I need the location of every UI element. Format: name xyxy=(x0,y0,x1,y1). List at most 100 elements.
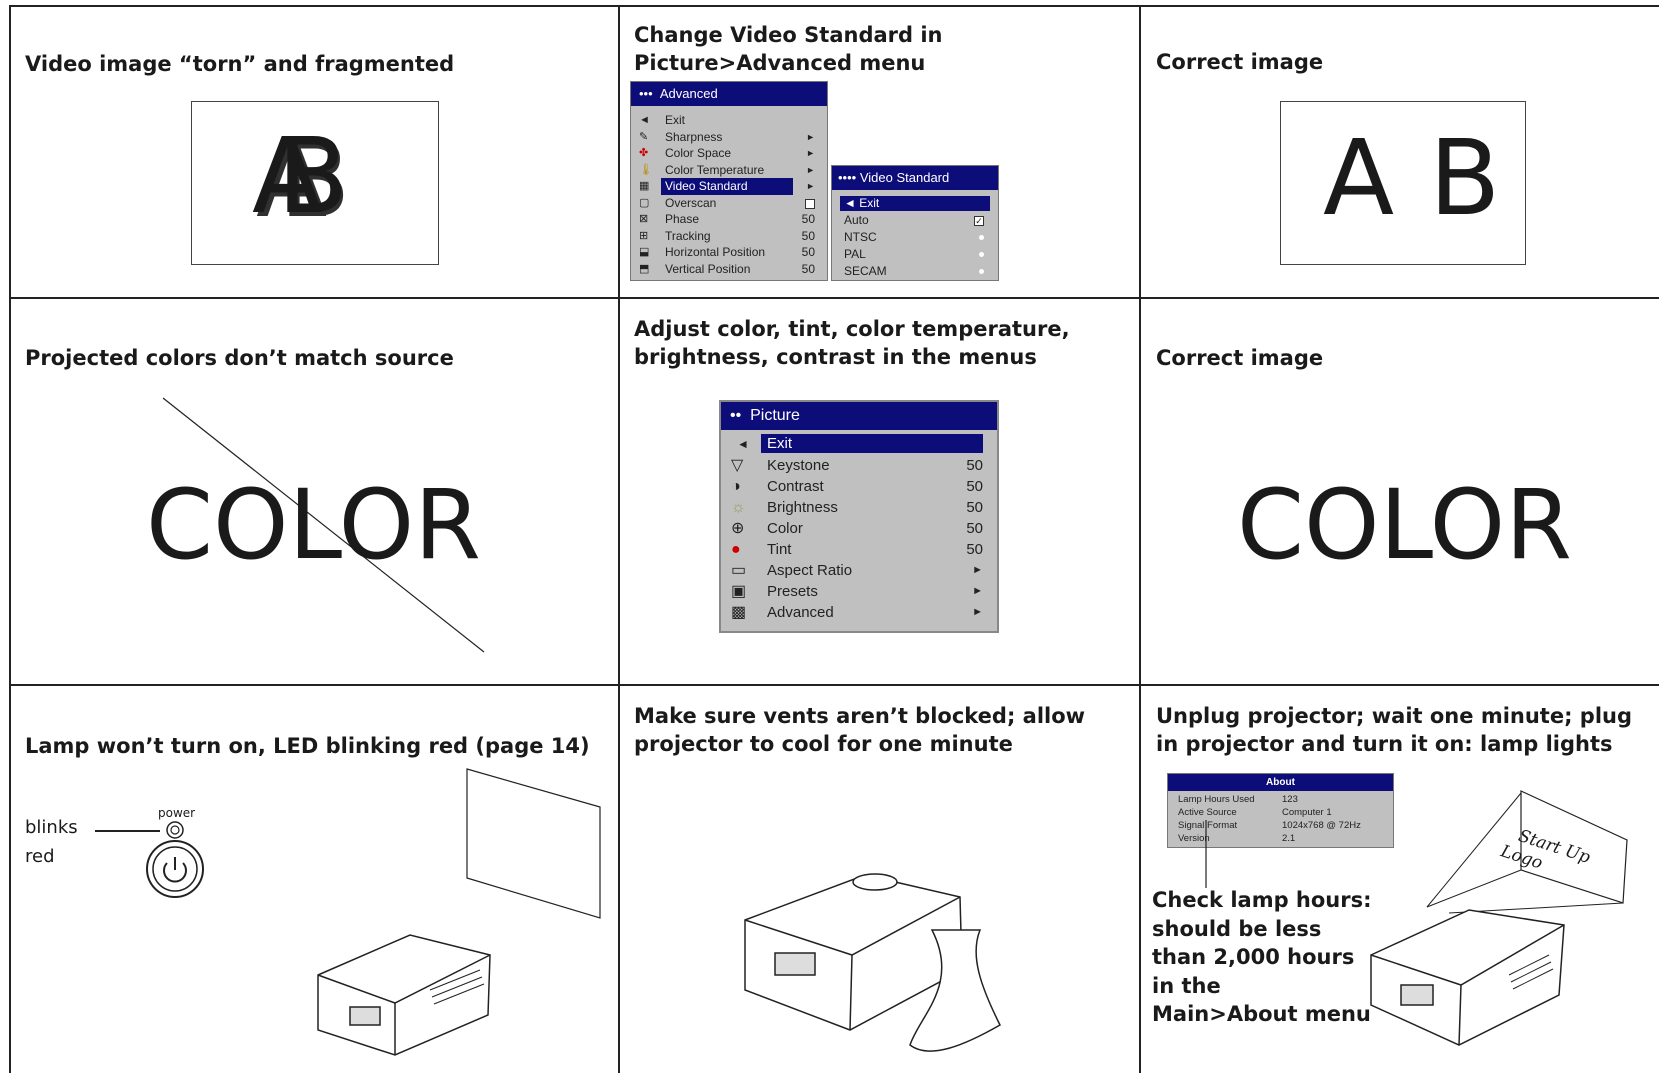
color-icon: ⊕ xyxy=(731,520,745,537)
power-button-icon xyxy=(146,840,204,898)
overscan-checkbox[interactable] xyxy=(805,198,815,209)
strike-line xyxy=(162,397,485,653)
picture-menu-item-value: 50 xyxy=(966,520,983,537)
picture-menu-item-value: 50 xyxy=(966,499,983,516)
advanced-icon: ▩ xyxy=(731,604,747,621)
brightness-icon: ☼ xyxy=(731,499,746,516)
advanced-menu-item-value: ► xyxy=(806,131,815,142)
advanced-menu-item-value: 50 xyxy=(801,228,815,243)
projector-icon xyxy=(744,873,963,1031)
correct-letter-a: A xyxy=(1323,117,1395,239)
advanced-menu-item[interactable]: ⊠ Phase 50 xyxy=(631,211,827,228)
advanced-menu-item[interactable]: ✤ Color Space ► xyxy=(631,145,827,162)
advanced-menu-item-label: Overscan xyxy=(665,195,717,210)
solution-heading: Adjust color, tint, color temperature, b… xyxy=(634,317,1070,369)
advanced-menu-item[interactable]: ✎ Sharpness ► xyxy=(631,129,827,146)
picture-menu-item-label: Brightness xyxy=(767,499,838,516)
advanced-menu-item[interactable]: ▢ Overscan xyxy=(631,195,827,212)
video-standard-title: Video Standard xyxy=(859,170,950,185)
advanced-menu-item-value: ► xyxy=(806,164,815,175)
solution-heading: Change Video Standard in Picture>Advance… xyxy=(634,23,943,75)
advanced-menu-item[interactable]: ◄ Exit xyxy=(631,112,827,129)
picture-menu: •• Picture ◄ Exit ▽ Keystone 50 ◑ Contrast 50 ☼ B… xyxy=(719,400,999,633)
picture-menu-item-label: Aspect Ratio xyxy=(767,562,853,579)
video-standard-options: Auto ✓ NTSC PAL SECAM xyxy=(832,212,998,280)
video-standard-option-label: SECAM xyxy=(844,264,887,278)
video-standard-menu: •••• Video Standard ◄ Exit Auto ✓ NTSC PAL S… xyxy=(831,165,999,281)
picture-menu-item[interactable]: ▣ Presets ► xyxy=(721,581,997,602)
advanced-menu-item-value: ► xyxy=(806,148,815,158)
picture-menu-item-value: ► xyxy=(972,606,983,618)
radio-icon xyxy=(979,269,984,274)
projector-icon xyxy=(317,934,491,1056)
sharpness-icon: ✎ xyxy=(639,130,649,143)
phase-icon: ⊠ xyxy=(639,213,649,225)
picture-menu-items: ◄ Exit ▽ Keystone 50 ◑ Contrast 50 ☼ Brightness 50… xyxy=(721,434,997,631)
lamp-illustration xyxy=(95,768,601,1056)
menu-dots: •• xyxy=(730,407,742,424)
advanced-menu-item-label: Sharpness xyxy=(665,129,723,144)
contrast-icon: ◑ xyxy=(731,478,741,495)
advanced-menu-item-label: Vertical Position xyxy=(665,261,751,276)
picture-menu-item-value: 50 xyxy=(966,541,983,558)
picture-menu-item[interactable]: ▭ Aspect Ratio ► xyxy=(721,560,997,581)
picture-menu-item[interactable]: ▩ Advanced ► xyxy=(721,602,997,623)
picture-menu-item-label: Exit xyxy=(761,434,983,453)
advanced-menu-item-value: 50 xyxy=(801,212,815,226)
tint-icon: ● xyxy=(731,541,741,558)
radio-icon xyxy=(979,235,984,240)
advanced-menu-item-label: Video Standard xyxy=(661,178,793,195)
color-word-wrong: COLOR xyxy=(146,469,481,581)
vents-illustration xyxy=(744,873,1001,1052)
advanced-menu-item-label: Horizontal Position xyxy=(665,245,766,259)
picture-menu-item-value: ► xyxy=(972,585,983,597)
advanced-menu-item[interactable]: ▦ Video Standard ► xyxy=(631,178,827,195)
picture-menu-item-value: 50 xyxy=(966,457,983,474)
advanced-menu-item[interactable]: ⬓ Horizontal Position 50 xyxy=(631,244,827,261)
result-heading: Correct image xyxy=(1156,50,1324,74)
video-standard-option[interactable]: Auto ✓ xyxy=(832,212,998,229)
back-arrow-icon: ◄ xyxy=(639,114,650,126)
advanced-menu-item-value: 50 xyxy=(801,261,815,276)
menu-dots: ••• xyxy=(639,86,653,101)
presets-icon: ▣ xyxy=(731,583,747,600)
picture-menu-item-value: 50 xyxy=(966,478,983,495)
advanced-menu-item-label: Color Temperature xyxy=(665,162,765,177)
picture-menu-item[interactable]: ◄ Exit xyxy=(721,434,997,455)
advanced-menu-item[interactable]: ⊞ Tracking 50 xyxy=(631,228,827,245)
picture-menu-item-label: Contrast xyxy=(767,478,824,495)
picture-menu-item[interactable]: ● Tint 50 xyxy=(721,539,997,560)
advanced-menu-item[interactable]: 🌡 Color Temperature ► xyxy=(631,162,827,179)
video-standard-exit[interactable]: ◄ Exit xyxy=(840,196,990,211)
radio-icon xyxy=(979,252,984,257)
picture-menu-item-label: Color xyxy=(767,520,803,537)
color-word-correct: COLOR xyxy=(1237,469,1572,581)
correct-letter-b: B xyxy=(1429,117,1501,239)
vertical-position-icon: ⬒ xyxy=(639,262,650,275)
projector-icon xyxy=(1370,909,1565,1046)
back-arrow-icon: ◄ xyxy=(737,437,749,451)
picture-menu-item-label: Advanced xyxy=(767,604,834,621)
video-standard-option[interactable]: PAL xyxy=(832,246,998,263)
advanced-menu-item-value: ► xyxy=(806,181,815,191)
thermometer-icon: 🌡 xyxy=(639,163,653,176)
advanced-menu-item[interactable]: ⬒ Vertical Position 50 xyxy=(631,261,827,278)
checked-box-icon: ✓ xyxy=(974,216,984,226)
advanced-menu-items: ◄ Exit ✎ Sharpness ► ✤ Color Space ► 🌡 Color Temp… xyxy=(631,106,827,280)
picture-menu-item[interactable]: ◑ Contrast 50 xyxy=(721,476,997,497)
advanced-menu-item-label: Color Space xyxy=(665,146,732,160)
picture-menu-item[interactable]: ▽ Keystone 50 xyxy=(721,455,997,476)
video-standard-title-bar: •••• Video Standard xyxy=(832,166,998,190)
picture-menu-item-label: Tint xyxy=(767,541,792,558)
advanced-menu-item-label: Tracking xyxy=(665,228,711,243)
color-space-icon: ✤ xyxy=(639,147,649,159)
video-standard-option[interactable]: SECAM xyxy=(832,263,998,280)
video-standard-option-label: Auto xyxy=(844,213,869,227)
advanced-menu-item-value: 50 xyxy=(801,245,815,259)
picture-menu-item[interactable]: ⊕ Color 50 xyxy=(721,518,997,539)
advanced-menu-item-label: Phase xyxy=(665,212,700,226)
picture-menu-item[interactable]: ☼ Brightness 50 xyxy=(721,497,997,518)
picture-menu-item-label: Keystone xyxy=(767,457,830,474)
picture-menu-item-value: ► xyxy=(972,564,983,576)
video-standard-option[interactable]: NTSC xyxy=(832,229,998,246)
